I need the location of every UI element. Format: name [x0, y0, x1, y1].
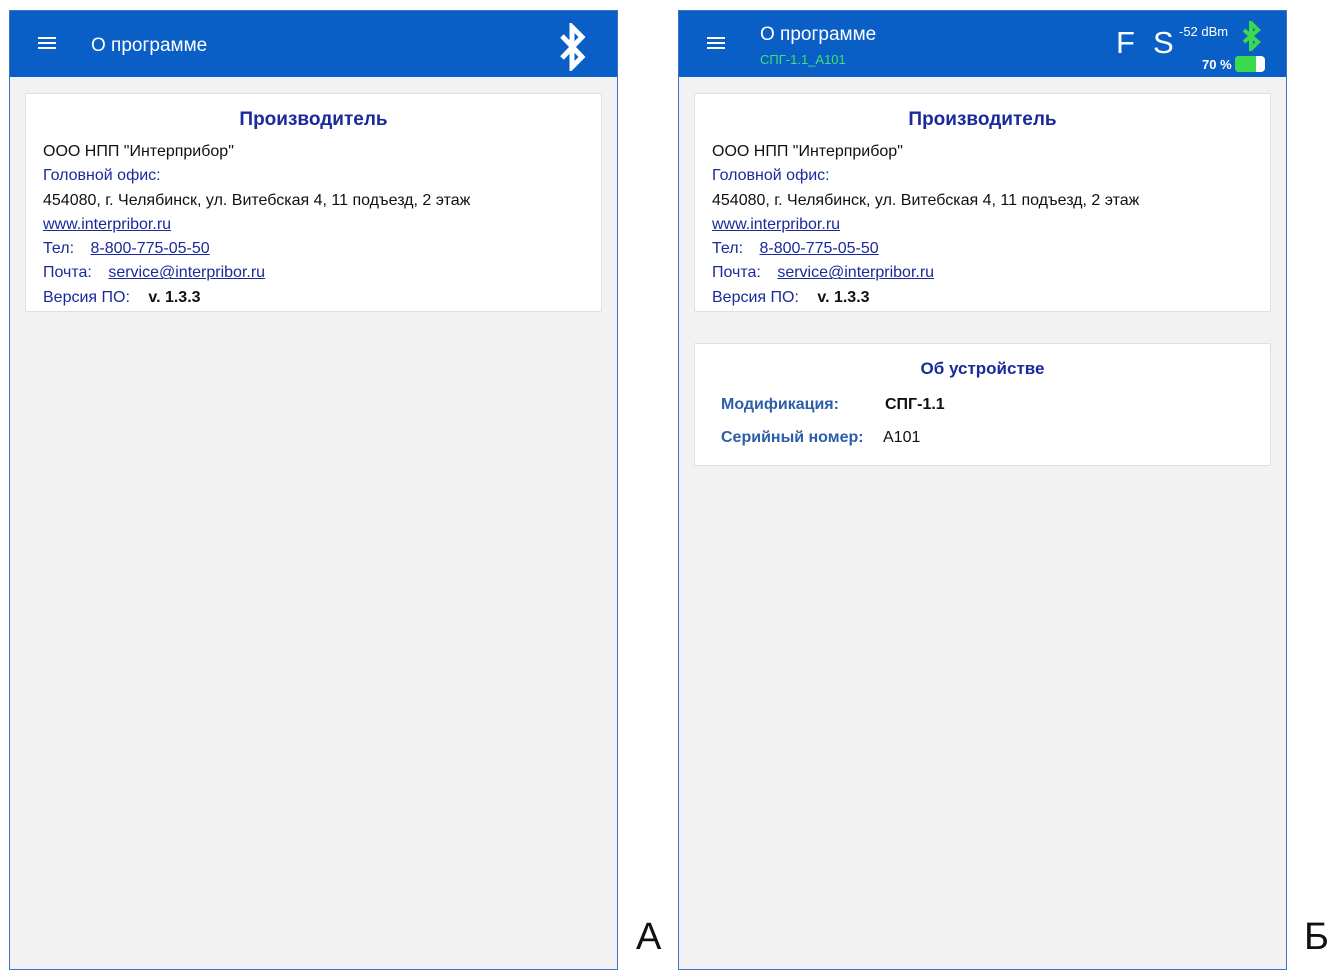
screen-b: О программе СПГ-1.1_A101 F S -52 dBm 70 …: [678, 10, 1287, 970]
company-name: ООО НПП "Интерприбор": [43, 143, 234, 160]
office-address: 454080, г. Челябинск, ул. Витебская 4, 1…: [43, 191, 471, 209]
manufacturer-heading: Производитель: [239, 109, 388, 130]
website-link[interactable]: www.interpribor.ru: [712, 216, 840, 233]
office-address: 454080, г. Челябинск, ул. Витебская 4, 1…: [712, 191, 1140, 209]
version-label: Версия ПО:: [712, 288, 799, 306]
modification-row: Модификация: СПГ-1.1: [721, 396, 945, 414]
battery-level: [1235, 56, 1256, 72]
f-indicator: F: [1116, 25, 1135, 60]
version-value: v. 1.3.3: [148, 288, 201, 306]
bluetooth-icon[interactable]: [555, 23, 589, 71]
bluetooth-connected-icon[interactable]: [1239, 21, 1263, 51]
phone-link[interactable]: 8-800-775-05-50: [90, 240, 209, 257]
office-label: Головной офис:: [43, 167, 161, 185]
email-link[interactable]: service@interpribor.ru: [108, 264, 265, 281]
battery-icon: [1235, 56, 1265, 72]
label-b: Б: [1304, 916, 1328, 958]
device-heading: Об устройстве: [920, 359, 1045, 378]
version-label: Версия ПО:: [43, 288, 130, 306]
device-card: Об устройстве Модификация: СПГ-1.1 Серийн…: [694, 343, 1271, 466]
email-label: Почта:: [43, 264, 92, 282]
battery-percent: 70 %: [1202, 57, 1232, 72]
phone-label: Тел:: [712, 240, 744, 258]
modification-label: Модификация:: [721, 396, 839, 413]
serial-row: Серийный номер: A101: [721, 429, 920, 447]
device-id: СПГ-1.1_A101: [760, 52, 846, 67]
version-value: v. 1.3.3: [817, 288, 870, 306]
page-title: О программе: [91, 35, 208, 56]
phone-label: Тел:: [43, 240, 75, 258]
office-label: Головной офис:: [712, 167, 830, 185]
serial-value: A101: [883, 429, 921, 446]
email-label: Почта:: [712, 264, 761, 282]
modification-value: СПГ-1.1: [885, 396, 945, 413]
serial-label: Серийный номер:: [721, 429, 864, 446]
menu-icon[interactable]: [38, 37, 58, 51]
phone-link[interactable]: 8-800-775-05-50: [759, 240, 878, 257]
label-a: А: [636, 916, 662, 958]
page-title: О программе: [760, 24, 877, 45]
menu-icon[interactable]: [707, 37, 727, 51]
s-indicator: S: [1153, 25, 1174, 60]
website-link[interactable]: www.interpribor.ru: [43, 216, 171, 233]
app-bar: О программе: [10, 11, 617, 77]
app-bar: О программе СПГ-1.1_A101 F S -52 dBm 70 …: [679, 11, 1286, 77]
manufacturer-card: Производитель ООО НПП "Интерприбор" Голо…: [694, 93, 1271, 312]
screen-a: О программе Производитель ООО НПП "Интер…: [9, 10, 618, 970]
manufacturer-heading: Производитель: [908, 109, 1057, 130]
email-link[interactable]: service@interpribor.ru: [777, 264, 934, 281]
manufacturer-card: Производитель ООО НПП "Интерприбор" Голо…: [25, 93, 602, 312]
company-name: ООО НПП "Интерприбор": [712, 143, 903, 160]
signal-strength: -52 dBm: [1179, 24, 1229, 39]
